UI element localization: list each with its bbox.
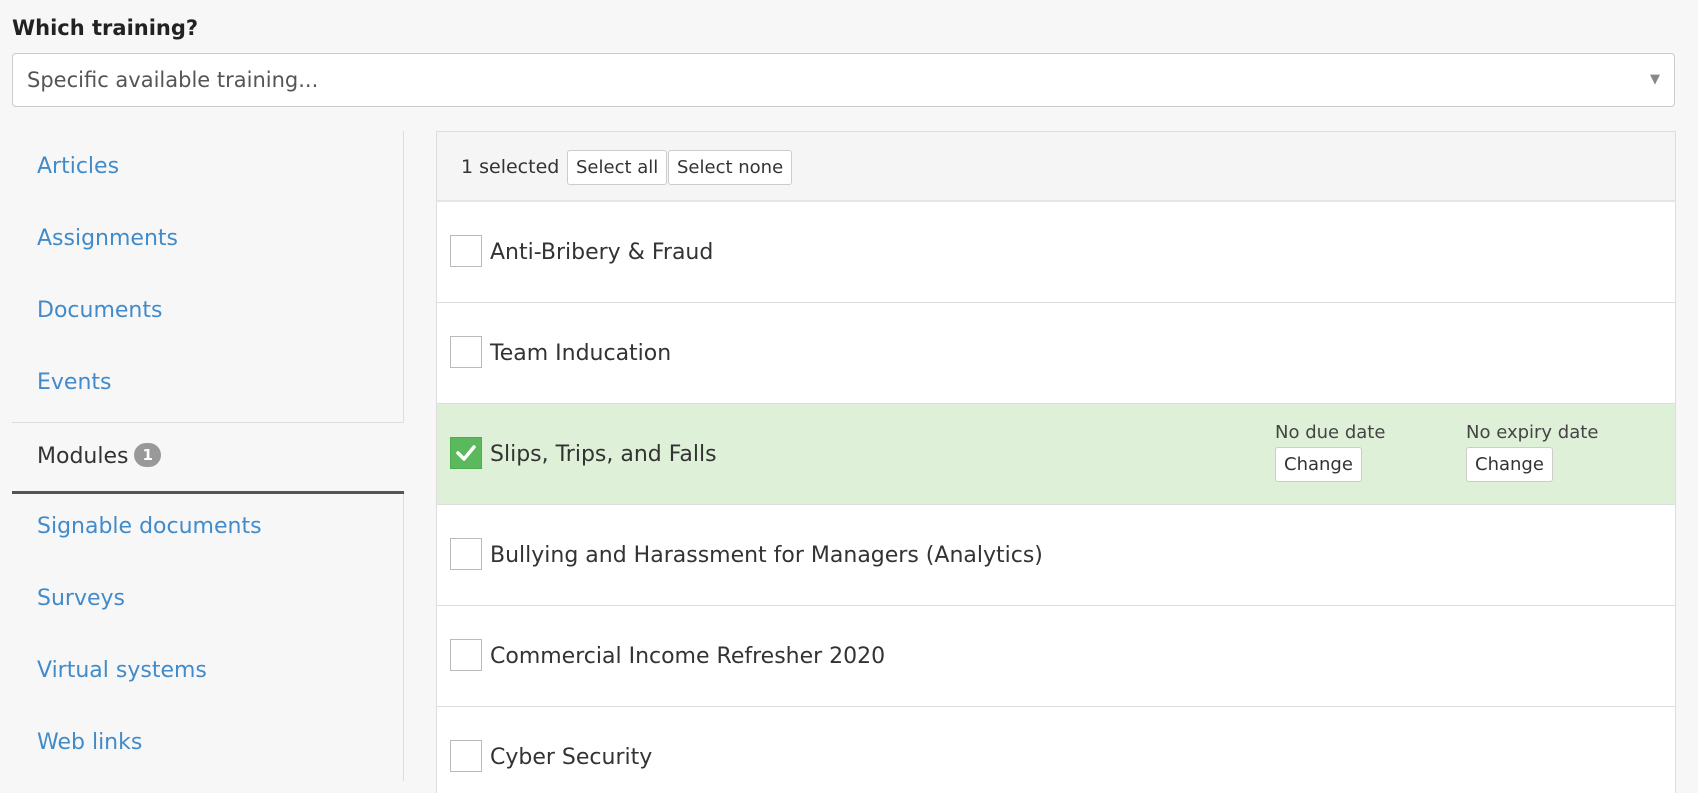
sidebar-item-virtual-systems[interactable]: Virtual systems <box>12 635 404 707</box>
sidebar-item-articles[interactable]: Articles <box>12 131 404 203</box>
sidebar-item-assignments[interactable]: Assignments <box>12 203 404 275</box>
module-title: Cyber Security <box>490 745 653 770</box>
sidebar-item-label: Virtual systems <box>37 658 207 683</box>
module-title: Anti-Bribery & Fraud <box>490 240 714 265</box>
module-checkbox[interactable] <box>450 538 482 570</box>
sidebar-item-documents[interactable]: Documents <box>12 275 404 347</box>
module-checkbox[interactable] <box>450 235 482 267</box>
sidebar-item-events[interactable]: Events <box>12 347 404 419</box>
sidebar-item-label: Assignments <box>37 226 178 251</box>
module-title: Slips, Trips, and Falls <box>490 442 717 467</box>
sidebar-item-label: Surveys <box>37 586 125 611</box>
sidebar-item-modules[interactable]: Modules 1 <box>12 422 404 494</box>
module-row[interactable]: Anti-Bribery & Fraud <box>437 202 1675 303</box>
select-none-button[interactable]: Select none <box>668 150 793 185</box>
sidebar-item-label: Modules <box>37 444 129 469</box>
selection-toolbar: 1 selected Select all Select none <box>437 132 1675 202</box>
module-title: Commercial Income Refresher 2020 <box>490 644 886 669</box>
change-expiry-date-button[interactable]: Change <box>1466 447 1553 482</box>
sidebar-item-signable-documents[interactable]: Signable documents <box>12 491 404 563</box>
sidebar-item-label: Articles <box>37 154 120 179</box>
sidebar-item-surveys[interactable]: Surveys <box>12 563 404 635</box>
training-select[interactable]: Specific available training... ▼ <box>12 53 1675 107</box>
module-title: Bullying and Harassment for Managers (An… <box>490 543 1043 568</box>
module-row[interactable]: Team Inducation <box>437 303 1675 404</box>
module-checkbox[interactable] <box>450 639 482 671</box>
sidebar-item-label: Events <box>37 370 112 395</box>
question-label: Which training? <box>12 16 199 40</box>
count-badge: 1 <box>134 443 161 467</box>
chevron-down-icon: ▼ <box>1650 72 1660 87</box>
due-date-text: No due date <box>1275 422 1386 443</box>
module-row[interactable]: Bullying and Harassment for Managers (An… <box>437 505 1675 606</box>
selected-count: 1 selected <box>461 156 560 178</box>
module-checkbox[interactable] <box>450 336 482 368</box>
module-checkbox[interactable] <box>450 740 482 772</box>
module-checkbox-checked[interactable] <box>450 437 482 469</box>
module-row-selected[interactable]: Slips, Trips, and Falls No due date Chan… <box>437 404 1675 505</box>
module-row[interactable]: Commercial Income Refresher 2020 <box>437 606 1675 707</box>
sidebar-item-label: Web links <box>37 730 143 755</box>
expiry-date-text: No expiry date <box>1466 422 1599 443</box>
check-icon <box>456 445 476 461</box>
select-all-button[interactable]: Select all <box>567 150 668 185</box>
module-row[interactable]: Cyber Security <box>437 707 1675 793</box>
sidebar-item-web-links[interactable]: Web links <box>12 707 404 779</box>
module-title: Team Inducation <box>490 341 672 366</box>
due-date-group: No due date Change <box>1275 422 1385 482</box>
expiry-date-group: No expiry date Change <box>1466 422 1598 482</box>
sidebar-item-label: Signable documents <box>37 514 262 539</box>
modules-panel: 1 selected Select all Select none Anti-B… <box>436 131 1676 793</box>
sidebar-item-label: Documents <box>37 298 163 323</box>
category-sidebar: Articles Assignments Documents Events Mo… <box>12 131 404 781</box>
change-due-date-button[interactable]: Change <box>1275 447 1362 482</box>
training-select-value: Specific available training... <box>27 68 319 92</box>
